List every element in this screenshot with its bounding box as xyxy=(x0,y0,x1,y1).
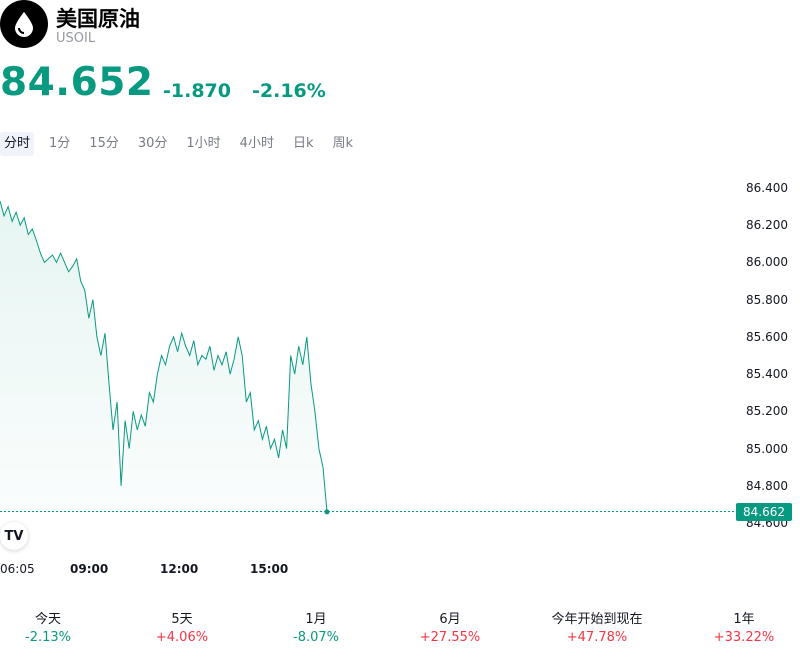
tab-30min[interactable]: 30分 xyxy=(134,132,172,156)
perf-value: +47.78% xyxy=(566,630,628,645)
tab-4hour[interactable]: 4小时 xyxy=(236,132,278,156)
perf-ytd[interactable]: 今年开始到现在 +47.78% xyxy=(537,611,657,647)
oil-drop-icon xyxy=(0,0,48,48)
x-tick-label: 09:00 xyxy=(70,562,109,576)
last-price-badge: 84.662 xyxy=(736,503,792,521)
perf-6m[interactable]: 6月 +27.55% xyxy=(390,611,510,647)
chart-canvas xyxy=(0,200,736,515)
tradingview-logo-icon[interactable]: TV xyxy=(0,522,28,550)
perf-label: 6月 xyxy=(439,612,461,627)
perf-5d[interactable]: 5天 +4.06% xyxy=(122,611,242,647)
instrument-title: 美国原油 xyxy=(56,7,140,31)
y-tick-label: 86.400 xyxy=(746,181,788,195)
tab-1hour[interactable]: 1小时 xyxy=(182,132,224,156)
perf-value: +27.55% xyxy=(419,630,481,645)
perf-1y[interactable]: 1年 +33.22% xyxy=(684,611,800,647)
interval-tabs: 分时 1分 15分 30分 1小时 4小时 日k 周k xyxy=(0,132,368,156)
perf-label: 1年 xyxy=(733,612,755,627)
perf-1m[interactable]: 1月 -8.07% xyxy=(256,611,376,647)
tab-intraday[interactable]: 分时 xyxy=(0,132,35,156)
instrument-symbol: USOIL xyxy=(56,31,96,46)
last-price-dot xyxy=(324,509,330,515)
perf-label: 5天 xyxy=(171,612,193,627)
price-area xyxy=(0,201,327,512)
tradingview-logo-text: TV xyxy=(4,528,24,544)
y-tick-label: 85.200 xyxy=(746,404,788,419)
y-tick-label: 85.000 xyxy=(746,441,788,456)
price-change: -1.870 xyxy=(163,80,231,102)
perf-label: 今天 xyxy=(34,612,61,627)
x-tick-label: 12:00 xyxy=(160,562,199,576)
perf-value: +33.22% xyxy=(713,630,775,645)
x-tick-label: 06:05 xyxy=(0,562,35,576)
perf-today[interactable]: 今天 -2.13% xyxy=(0,611,108,647)
tab-weekly[interactable]: 周k xyxy=(328,132,357,156)
last-price: 84.652 xyxy=(0,60,154,105)
performance-bar: 今天 -2.13% 5天 +4.06% 1月 -8.07% 6月 +27.55%… xyxy=(0,611,800,651)
perf-value: -2.13% xyxy=(25,630,71,645)
perf-label: 1月 xyxy=(305,612,327,627)
y-tick-label: 86.000 xyxy=(746,255,788,270)
tab-daily[interactable]: 日k xyxy=(289,132,318,156)
y-tick-label: 85.800 xyxy=(746,292,788,307)
tab-15min[interactable]: 15分 xyxy=(85,132,123,156)
y-tick-label: 85.600 xyxy=(746,329,788,344)
x-tick-label: 15:00 xyxy=(250,562,289,576)
perf-value: +4.06% xyxy=(155,630,209,645)
y-tick-label: 85.400 xyxy=(746,367,788,382)
tab-1min[interactable]: 1分 xyxy=(45,132,74,156)
y-tick-label: 86.200 xyxy=(746,218,788,233)
y-tick-label: 84.800 xyxy=(746,478,788,493)
perf-label: 今年开始到现在 xyxy=(551,612,643,627)
price-change-percent: -2.16% xyxy=(252,80,326,102)
price-chart[interactable]: 86.400 86.200 86.000 85.800 85.600 85.400 85.2… xyxy=(0,160,800,580)
perf-value: -8.07% xyxy=(293,630,339,645)
